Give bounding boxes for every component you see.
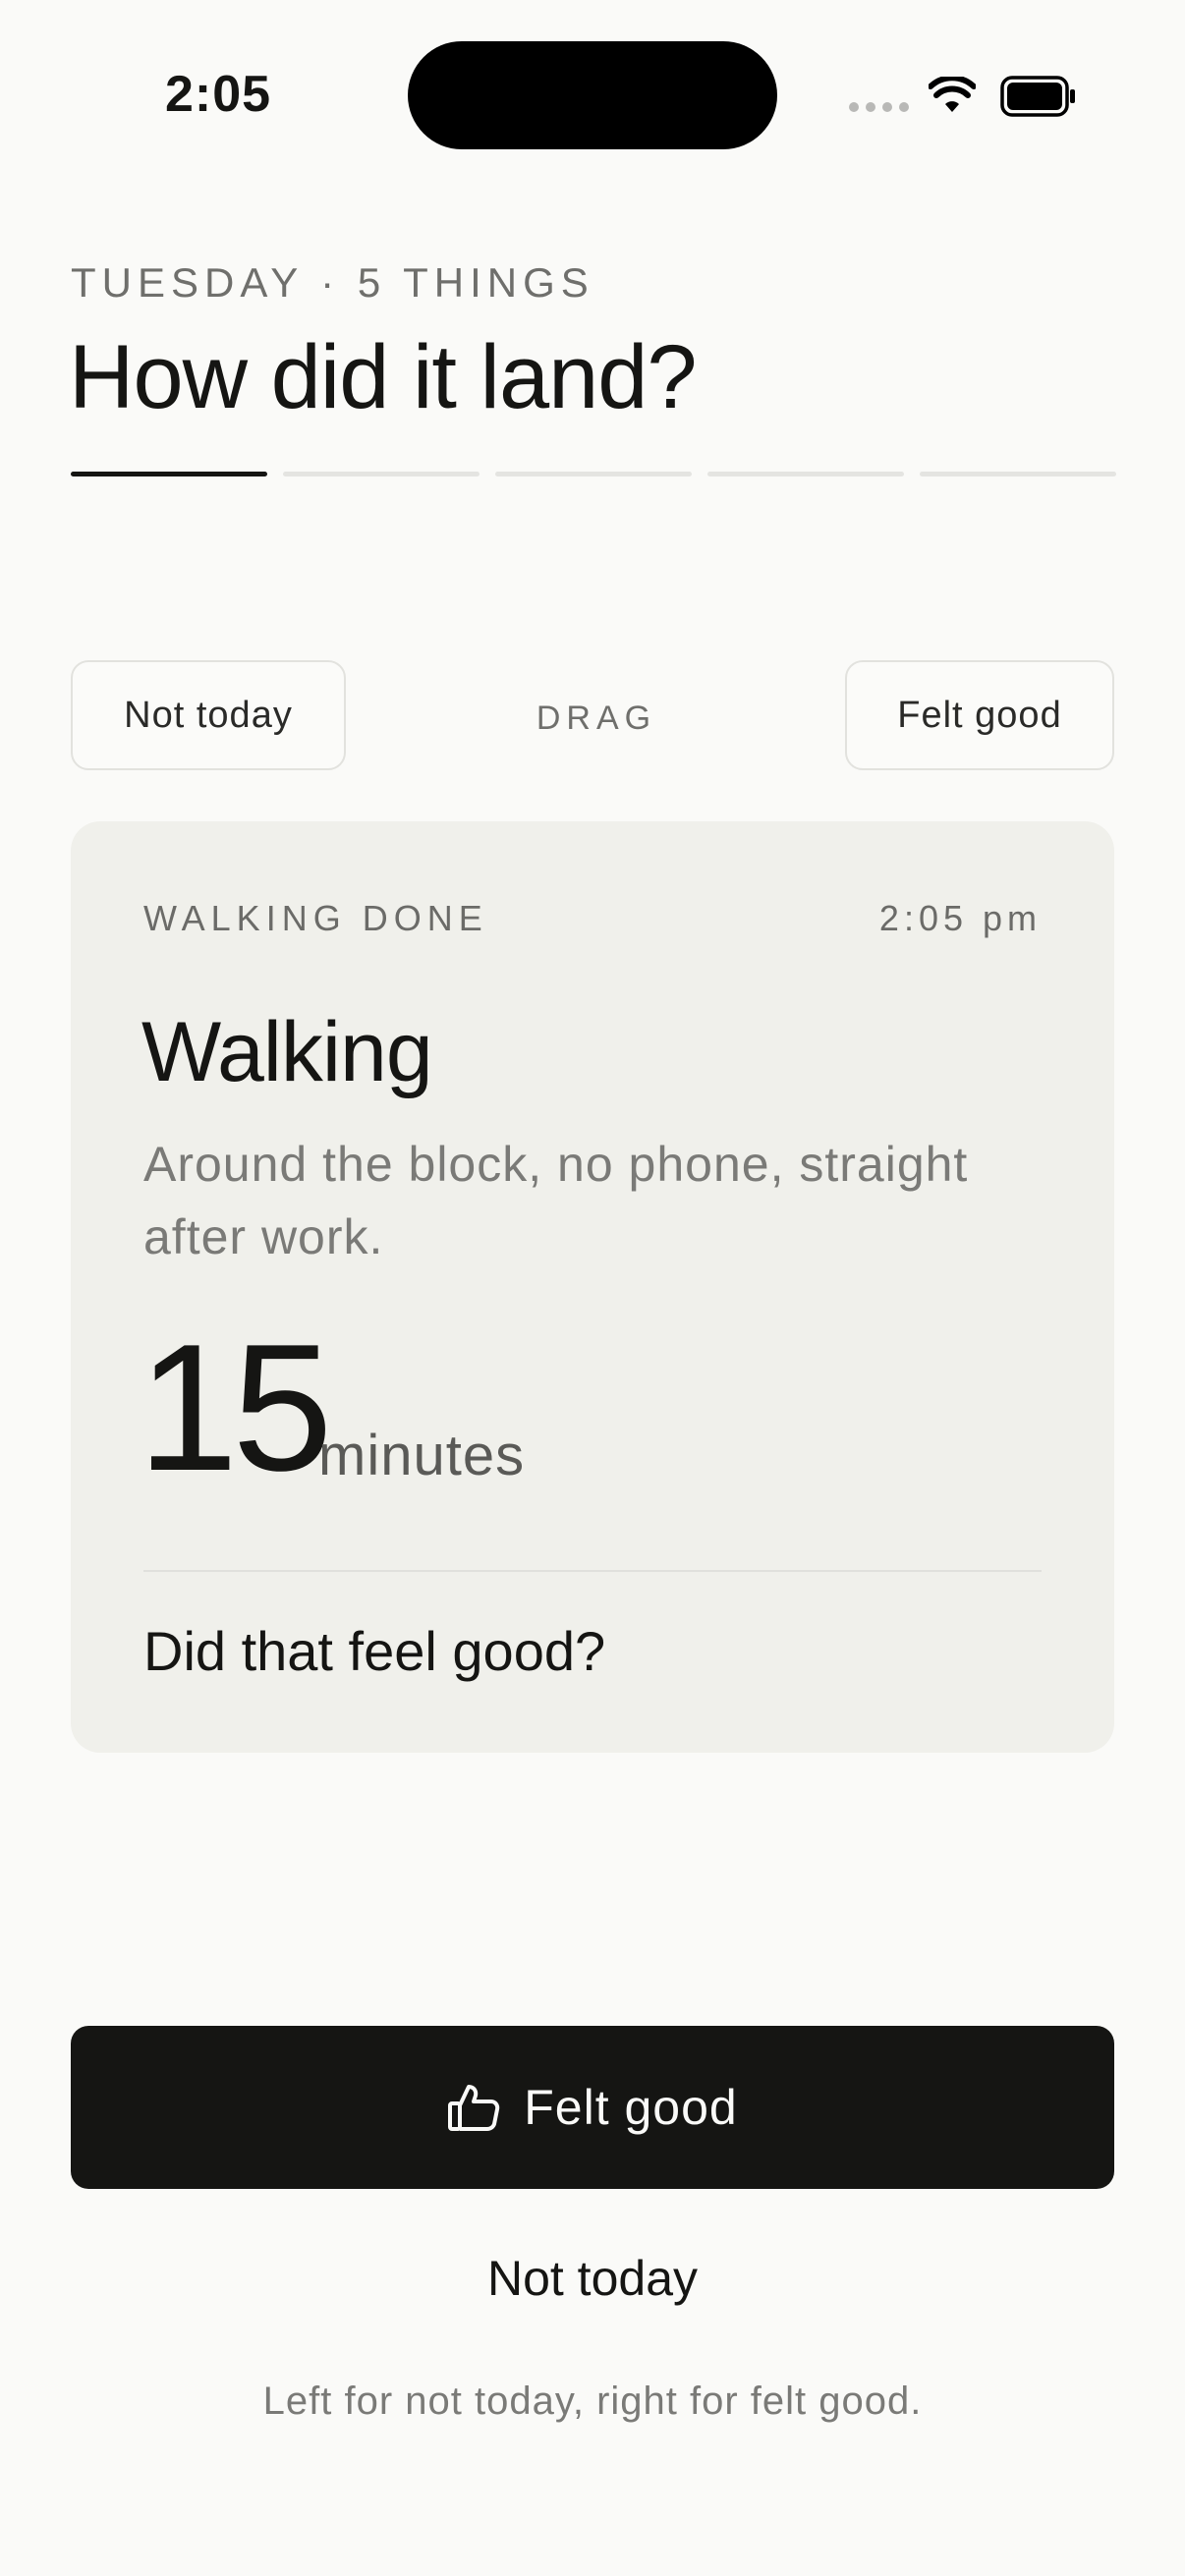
progress-segment (707, 472, 904, 476)
felt-good-button-label: Felt good (524, 2080, 738, 2135)
progress-segment (920, 472, 1116, 476)
progress-segment (283, 472, 480, 476)
status-time: 2:05 (165, 66, 272, 123)
wifi-icon (928, 75, 977, 119)
thumbs-up-icon (447, 2083, 500, 2132)
felt-good-chip[interactable]: Felt good (845, 660, 1114, 770)
step-progress (71, 472, 1116, 476)
cellular-signal-icon (849, 102, 909, 112)
card-title: Walking (141, 1005, 433, 1099)
card-question: Did that feel good? (143, 1620, 606, 1682)
progress-segment (495, 472, 692, 476)
card-label: WALKING DONE (143, 898, 488, 938)
activity-card[interactable] (71, 821, 1114, 1753)
day-eyebrow: TUESDAY · 5 THINGS (71, 259, 594, 306)
card-divider (143, 1570, 1042, 1572)
not-today-button[interactable]: Not today (71, 2250, 1114, 2307)
not-today-chip[interactable]: Not today (71, 660, 346, 770)
felt-good-button[interactable]: Felt good (71, 2026, 1114, 2189)
card-description: Around the block, no phone, straight aft… (143, 1137, 969, 1264)
page-title: How did it land? (69, 327, 698, 427)
swipe-hint-text: Left for not today, right for felt good. (262, 2380, 923, 2423)
duration-unit: minutes (318, 1424, 526, 1487)
progress-segment-active (71, 472, 267, 476)
battery-icon (1000, 76, 1077, 122)
dynamic-island (408, 41, 777, 149)
card-time: 2:05 pm (878, 898, 1042, 938)
duration-value: 15 (138, 1306, 333, 1508)
drag-hint: DRAG (536, 700, 657, 737)
